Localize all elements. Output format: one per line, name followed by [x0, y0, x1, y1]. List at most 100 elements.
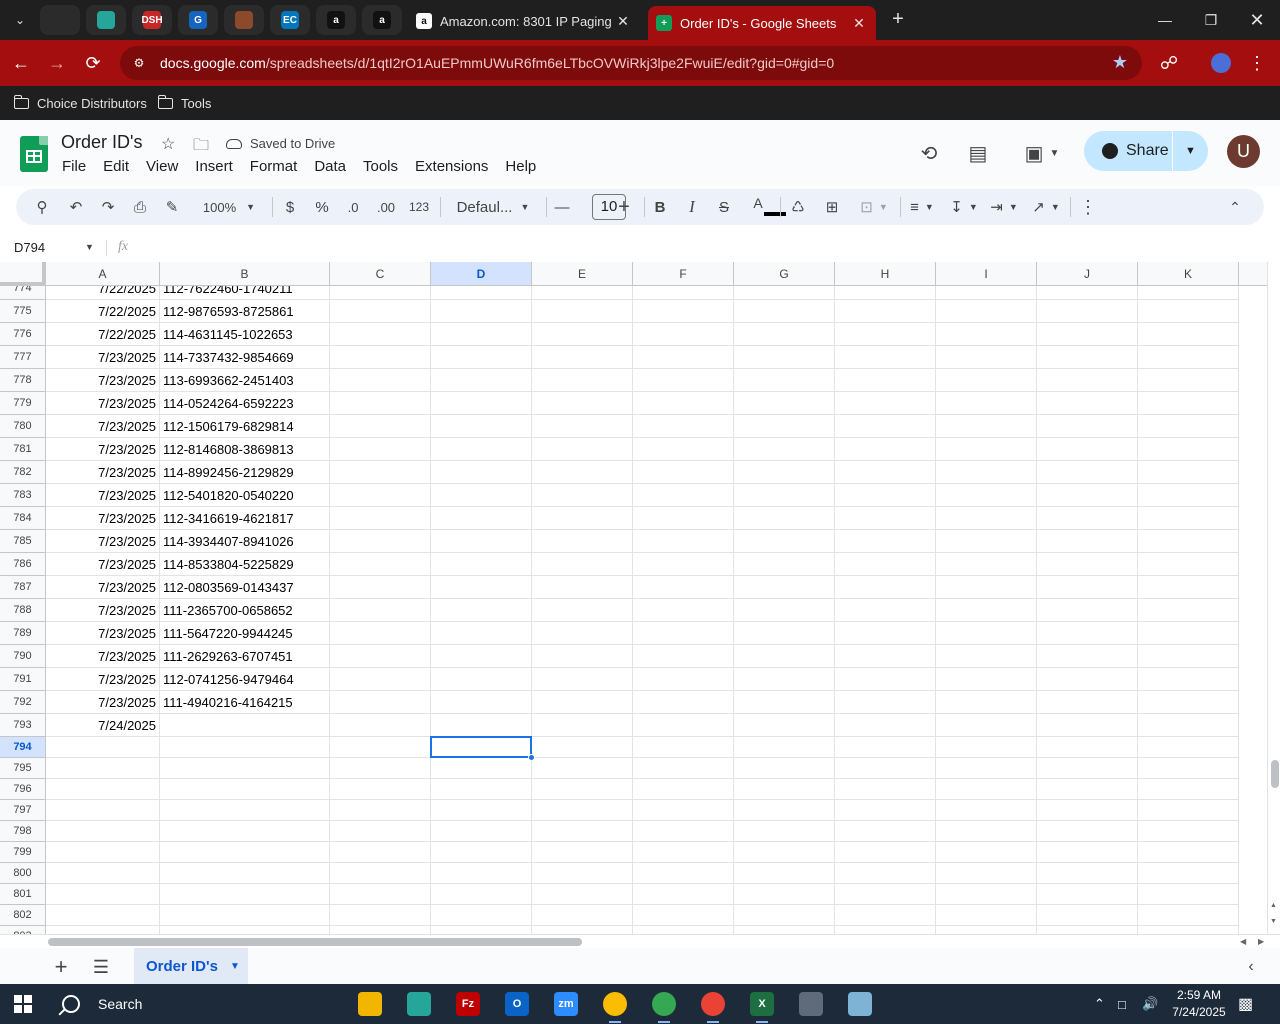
- close-window-button[interactable]: ✕: [1234, 0, 1280, 40]
- cell[interactable]: [431, 438, 532, 461]
- cell[interactable]: [936, 800, 1037, 821]
- cell[interactable]: [936, 323, 1037, 346]
- menu-file[interactable]: File: [62, 158, 86, 175]
- cell[interactable]: [1037, 461, 1138, 484]
- cell[interactable]: [46, 821, 160, 842]
- menu-tools[interactable]: Tools: [363, 158, 398, 175]
- cell[interactable]: [532, 737, 633, 758]
- cell[interactable]: [734, 779, 835, 800]
- cell[interactable]: [160, 884, 330, 905]
- profile-icon[interactable]: [1206, 48, 1236, 78]
- column-header[interactable]: G: [734, 262, 835, 286]
- cell[interactable]: [1037, 530, 1138, 553]
- cell[interactable]: [633, 691, 734, 714]
- cell[interactable]: [734, 905, 835, 926]
- star-icon[interactable]: ☆: [161, 134, 175, 154]
- cell[interactable]: [46, 737, 160, 758]
- cell[interactable]: [160, 737, 330, 758]
- taskbar-app[interactable]: [791, 989, 831, 1019]
- pinned-tab[interactable]: a: [316, 5, 356, 35]
- cell[interactable]: [835, 576, 936, 599]
- increase-decimal-button[interactable]: .00: [372, 193, 400, 221]
- horizontal-scrollbar[interactable]: ◀ ▶: [0, 934, 1280, 948]
- cell[interactable]: [633, 461, 734, 484]
- cell[interactable]: [431, 461, 532, 484]
- row-header[interactable]: 784: [0, 507, 46, 530]
- cell[interactable]: [330, 622, 431, 645]
- cell[interactable]: [330, 323, 431, 346]
- bold-icon[interactable]: B: [648, 193, 672, 221]
- version-history-icon[interactable]: ⟲: [916, 140, 942, 166]
- cell[interactable]: 7/23/2025: [46, 691, 160, 714]
- taskbar-app[interactable]: [350, 989, 390, 1019]
- cell[interactable]: [1138, 668, 1239, 691]
- cell[interactable]: 7/23/2025: [46, 553, 160, 576]
- row-header[interactable]: 797: [0, 800, 46, 821]
- cell[interactable]: [532, 484, 633, 507]
- chevron-down-icon[interactable]: ▼: [230, 961, 240, 972]
- site-info-icon[interactable]: ⚙: [128, 52, 150, 74]
- cell[interactable]: 7/22/2025: [46, 323, 160, 346]
- cell[interactable]: [431, 800, 532, 821]
- cell[interactable]: 112-0803569-0143437: [160, 576, 330, 599]
- cell[interactable]: [431, 779, 532, 800]
- cell[interactable]: [1138, 346, 1239, 369]
- tab-search-icon[interactable]: ⌄: [6, 7, 34, 33]
- cell[interactable]: 7/24/2025: [46, 714, 160, 737]
- cell[interactable]: [936, 668, 1037, 691]
- cell[interactable]: [532, 779, 633, 800]
- cell[interactable]: [532, 821, 633, 842]
- scroll-thumb[interactable]: [48, 938, 582, 946]
- row-header[interactable]: 796: [0, 779, 46, 800]
- show-hidden-icons[interactable]: ⌃: [1094, 984, 1105, 1024]
- cell[interactable]: [1037, 484, 1138, 507]
- cell[interactable]: [330, 300, 431, 323]
- cell[interactable]: [532, 884, 633, 905]
- cell[interactable]: [532, 905, 633, 926]
- cell[interactable]: [734, 926, 835, 934]
- pinned-tab[interactable]: [86, 5, 126, 35]
- save-status[interactable]: Saved to Drive: [226, 136, 335, 151]
- scroll-thumb[interactable]: [1271, 760, 1279, 788]
- cell[interactable]: 7/23/2025: [46, 530, 160, 553]
- cell[interactable]: [431, 668, 532, 691]
- cell[interactable]: [1037, 553, 1138, 576]
- cell[interactable]: [330, 576, 431, 599]
- cell[interactable]: [532, 369, 633, 392]
- cell[interactable]: [431, 905, 532, 926]
- cell[interactable]: [330, 714, 431, 737]
- cell[interactable]: [1037, 392, 1138, 415]
- row-header[interactable]: 798: [0, 821, 46, 842]
- cell[interactable]: [160, 779, 330, 800]
- cell[interactable]: [532, 926, 633, 934]
- cell[interactable]: [734, 645, 835, 668]
- font-select[interactable]: Defaul... ▼: [450, 193, 536, 221]
- cell[interactable]: 112-5401820-0540220: [160, 484, 330, 507]
- cell[interactable]: [633, 576, 734, 599]
- cell[interactable]: 112-3416619-4621817: [160, 507, 330, 530]
- cell[interactable]: [835, 842, 936, 863]
- cell[interactable]: [936, 926, 1037, 934]
- cell[interactable]: [1138, 758, 1239, 779]
- italic-icon[interactable]: I: [680, 193, 704, 221]
- cell[interactable]: [431, 323, 532, 346]
- taskbar-search[interactable]: Search: [48, 984, 142, 1024]
- volume-icon[interactable]: 🔊: [1142, 984, 1158, 1024]
- cell[interactable]: [734, 553, 835, 576]
- cell[interactable]: [936, 758, 1037, 779]
- cell[interactable]: [431, 530, 532, 553]
- cell[interactable]: 7/23/2025: [46, 645, 160, 668]
- cell[interactable]: [835, 821, 936, 842]
- decrease-decimal-button[interactable]: .0: [340, 193, 366, 221]
- row-header[interactable]: 778: [0, 369, 46, 392]
- row-header[interactable]: 789: [0, 622, 46, 645]
- cell[interactable]: [936, 530, 1037, 553]
- cell[interactable]: [1138, 691, 1239, 714]
- column-header[interactable]: H: [835, 262, 936, 286]
- share-button[interactable]: Share ▼: [1084, 131, 1208, 171]
- cell[interactable]: [532, 415, 633, 438]
- cell[interactable]: [1138, 415, 1239, 438]
- cell[interactable]: [633, 842, 734, 863]
- cell[interactable]: [1138, 392, 1239, 415]
- cell[interactable]: [936, 737, 1037, 758]
